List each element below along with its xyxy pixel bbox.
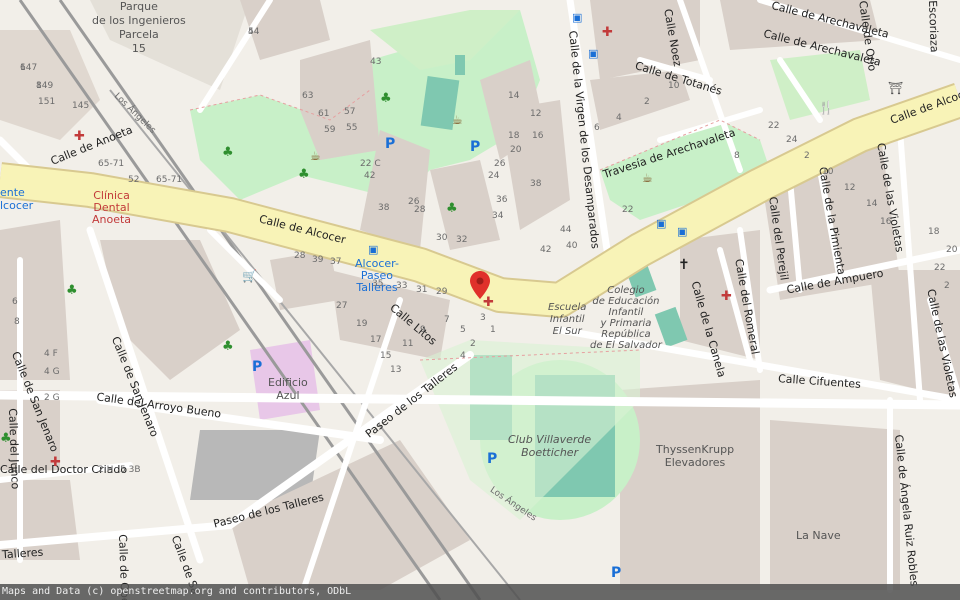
map-layer	[0, 0, 960, 600]
hospital-icon[interactable]: ✚	[602, 26, 613, 39]
parking-icon[interactable]: P	[252, 360, 262, 374]
bus-stop-icon[interactable]: ▣	[677, 226, 687, 237]
restaurant-icon[interactable]: 🍴	[818, 102, 834, 115]
hospital-icon[interactable]: ✚	[721, 290, 732, 303]
parking-icon[interactable]: P	[487, 452, 497, 466]
parking-icon[interactable]: P	[470, 140, 480, 154]
playground-icon[interactable]: ♣	[0, 432, 12, 445]
map-canvas[interactable]: Calle de Alcocer Calle de Alcocer Calle …	[0, 0, 960, 600]
cafe-icon[interactable]: ☕	[452, 114, 463, 126]
cafe-icon[interactable]: ☕	[642, 172, 653, 184]
map-attribution: Maps and Data (c) openstreetmap.org and …	[0, 584, 960, 600]
bus-stop-icon[interactable]: ▣	[572, 12, 582, 23]
parking-icon[interactable]: P	[385, 137, 395, 151]
playground-icon[interactable]: ♣	[66, 284, 78, 297]
playground-icon[interactable]: ♣	[298, 168, 310, 181]
playground-icon[interactable]: ♣	[446, 202, 458, 215]
bus-stop-icon[interactable]: ▣	[656, 218, 666, 229]
bus-stop-icon[interactable]: ▣	[368, 244, 378, 255]
hospital-icon[interactable]: ✚	[74, 130, 85, 143]
cafe-icon[interactable]: ☕	[310, 150, 321, 162]
hospital-icon[interactable]: ✚	[50, 456, 61, 469]
playground-icon[interactable]: ♣	[222, 340, 234, 353]
playground-icon[interactable]: ♣	[380, 92, 392, 105]
picnic-icon[interactable]: ⛩	[888, 82, 903, 94]
playground-icon[interactable]: ♣	[222, 146, 234, 159]
church-icon[interactable]: ✝	[678, 258, 690, 272]
parking-icon[interactable]: P	[611, 566, 621, 580]
shop-icon[interactable]: 🛒	[242, 270, 257, 282]
bus-stop-icon[interactable]: ▣	[588, 48, 598, 59]
